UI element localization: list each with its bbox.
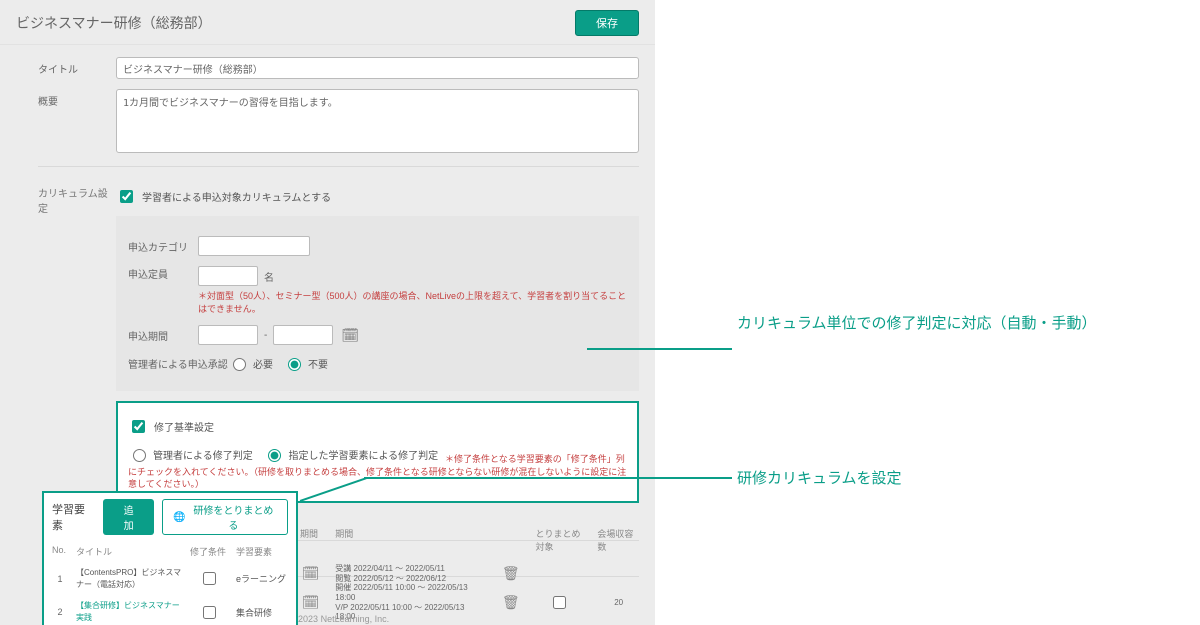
cond-checkbox[interactable]	[203, 606, 216, 619]
capacity-hint: ＊対面型（50人）、セミナー型（500人）の講座の場合、NetLiveの上限を超…	[198, 290, 627, 315]
capacity-suffix: 名	[264, 269, 274, 284]
completion-manual-row[interactable]: 管理者による修了判定	[128, 446, 253, 462]
application-subbox: 申込カテゴリ 申込定員 名 ＊対面型（50人）、セミナー型（500人）の講座の場…	[116, 216, 639, 391]
approval-notneed-radio[interactable]	[288, 358, 301, 371]
save-button[interactable]: 保存	[575, 10, 639, 36]
callout-text: カリキュラム単位での修了判定に対応（自動・手動）	[737, 312, 1097, 333]
page-title: ビジネスマナー研修（総務部）	[16, 13, 212, 33]
completion-checkbox-row[interactable]: 修了基準設定	[128, 417, 627, 436]
completion-checkbox[interactable]	[132, 420, 145, 433]
callout-text: 研修カリキュラムを設定	[737, 467, 902, 488]
delete-icon[interactable]: 🗑	[500, 594, 521, 611]
summarize-button[interactable]: 🌐 研修をとりまとめる	[162, 499, 288, 535]
divider	[38, 166, 639, 167]
title-input[interactable]	[116, 57, 639, 79]
curriculum-section-label: カリキュラム設定	[38, 181, 116, 215]
title-label: タイトル	[38, 57, 116, 76]
callout-line	[364, 477, 732, 479]
period-end-input[interactable]	[273, 325, 333, 345]
summary-textarea[interactable]	[116, 89, 639, 153]
target-checkbox[interactable]	[553, 596, 566, 609]
delete-icon[interactable]: 🗑	[500, 565, 521, 582]
row-title-link[interactable]: 【集合研修】ビジネスマナー実践	[76, 601, 180, 622]
capacity-label: 申込定員	[128, 266, 198, 281]
approval-notneed-row[interactable]: 不要	[283, 355, 328, 371]
completion-auto-row[interactable]: 指定した学習要素による修了判定	[263, 446, 438, 462]
table-row: 1 【ContentsPRO】ビジネスマナー（電話対応） eラーニング	[52, 562, 288, 595]
approval-need-radio[interactable]	[233, 358, 246, 371]
calendar-icon: 🗓	[300, 565, 321, 582]
calendar-icon: 🗓	[300, 594, 321, 611]
table-row: 2 【集合研修】ビジネスマナー実践 集合研修	[52, 595, 288, 625]
cond-checkbox[interactable]	[203, 572, 216, 585]
header: ビジネスマナー研修（総務部） 保存	[0, 0, 655, 45]
completion-checkbox-label: 修了基準設定	[154, 419, 214, 434]
capacity-input[interactable]	[198, 266, 258, 286]
category-input[interactable]	[198, 236, 310, 256]
add-button[interactable]: 追加	[103, 499, 154, 535]
approval-need-row[interactable]: 必要	[228, 355, 273, 371]
period-start-input[interactable]	[198, 325, 258, 345]
period-label: 申込期間	[128, 328, 198, 343]
approval-label: 管理者による申込承認	[128, 356, 228, 371]
category-label: 申込カテゴリ	[128, 239, 198, 254]
calendar-icon[interactable]: 🗓	[341, 327, 359, 344]
callout-line	[587, 348, 732, 350]
learning-elements-title: 学習要素	[52, 501, 95, 533]
completion-criteria-box: 修了基準設定 管理者による修了判定 指定した学習要素による修了判定 ＊修了条件と…	[116, 401, 639, 503]
applicant-checkbox-label: 学習者による申込対象カリキュラムとする	[142, 189, 331, 204]
completion-manual-radio[interactable]	[133, 449, 146, 462]
applicant-checkbox-row[interactable]: 学習者による申込対象カリキュラムとする	[116, 187, 639, 206]
applicant-checkbox[interactable]	[120, 190, 133, 203]
learning-elements-box: 学習要素 追加 🌐 研修をとりまとめる No. タイトル 修了条件 学習要素 1…	[42, 491, 298, 625]
summary-label: 概要	[38, 89, 116, 108]
completion-auto-radio[interactable]	[268, 449, 281, 462]
learning-table-extended: 期間 期間 とりまとめ対象 会場収容数 🗓 受講 2022/04/11 ～ 20…	[300, 527, 640, 617]
globe-icon: 🌐	[173, 512, 185, 523]
